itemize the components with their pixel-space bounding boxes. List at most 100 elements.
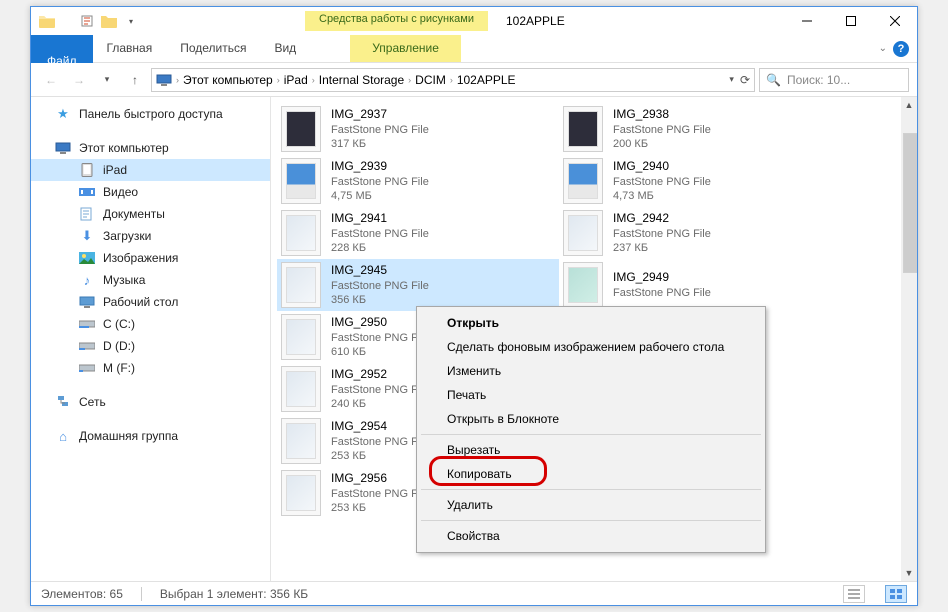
- file-name: IMG_2952: [331, 367, 429, 383]
- status-count: Элементов: 65: [41, 587, 123, 601]
- view-details-button[interactable]: [843, 585, 865, 603]
- file-item[interactable]: IMG_2940FastStone PNG File4,73 МБ: [559, 155, 841, 207]
- ribbon-contextual-tab[interactable]: Управление: [350, 35, 461, 62]
- file-item[interactable]: IMG_2945FastStone PNG File356 КБ: [277, 259, 559, 311]
- desktop-icon: [79, 294, 95, 310]
- file-name: IMG_2939: [331, 159, 429, 175]
- qat-dropdown-icon[interactable]: ▾: [123, 13, 139, 29]
- search-placeholder: Поиск: 10...: [787, 73, 850, 87]
- file-type: FastStone PNG File: [613, 286, 711, 300]
- qat-properties-icon[interactable]: [79, 13, 95, 29]
- scroll-up-icon[interactable]: ▲: [901, 97, 917, 113]
- ctx-open[interactable]: Открыть: [419, 311, 763, 335]
- file-name: IMG_2950: [331, 315, 429, 331]
- breadcrumb-pc-icon[interactable]: [156, 74, 172, 86]
- vertical-scrollbar[interactable]: ▲ ▼: [901, 97, 917, 581]
- nav-video[interactable]: Видео: [31, 181, 270, 203]
- back-button[interactable]: ←: [39, 68, 63, 92]
- ribbon-view[interactable]: Вид: [260, 35, 310, 62]
- file-type: FastStone PNG File: [613, 123, 711, 137]
- downloads-icon: ⬇: [79, 228, 95, 244]
- nav-drive-d[interactable]: D (D:): [31, 335, 270, 357]
- nav-music[interactable]: ♪ Музыка: [31, 269, 270, 291]
- file-size: 240 КБ: [331, 397, 429, 411]
- refresh-button[interactable]: ⟳: [740, 73, 750, 87]
- minimize-button[interactable]: [785, 7, 829, 35]
- ribbon-share[interactable]: Поделиться: [166, 35, 260, 62]
- search-box[interactable]: 🔍 Поиск: 10...: [759, 68, 909, 92]
- maximize-button[interactable]: [829, 7, 873, 35]
- ctx-notepad[interactable]: Открыть в Блокноте: [419, 407, 763, 431]
- ribbon-expand-icon[interactable]: ⌄: [879, 43, 887, 54]
- view-tiles-button[interactable]: [885, 585, 907, 603]
- nav-quickaccess[interactable]: ★ Панель быстрого доступа: [31, 103, 270, 125]
- file-item[interactable]: IMG_2939FastStone PNG File4,75 МБ: [277, 155, 559, 207]
- address-dropdown-icon[interactable]: ▾: [729, 74, 734, 85]
- folder-icon: [39, 13, 55, 29]
- file-item[interactable]: IMG_2949FastStone PNG File: [559, 259, 841, 311]
- ctx-copy[interactable]: Копировать: [419, 462, 763, 486]
- ctx-delete[interactable]: Удалить: [419, 493, 763, 517]
- file-size: 317 КБ: [331, 137, 429, 151]
- window-title: 102APPLE: [506, 14, 565, 28]
- nav-pane: ★ Панель быстрого доступа Этот компьютер…: [31, 97, 271, 581]
- ribbon-tabs: Файл Главная Поделиться Вид Управление ⌄…: [31, 35, 917, 63]
- file-name: IMG_2940: [613, 159, 711, 175]
- breadcrumb-storage[interactable]: Internal Storage: [319, 73, 404, 87]
- statusbar: Элементов: 65 Выбран 1 элемент: 356 КБ: [31, 581, 917, 605]
- file-type: FastStone PNG File: [331, 435, 429, 449]
- file-item[interactable]: IMG_2941FastStone PNG File228 КБ: [277, 207, 559, 259]
- file-size: 610 КБ: [331, 345, 429, 359]
- file-thumbnail: [281, 418, 321, 464]
- ctx-cut[interactable]: Вырезать: [419, 438, 763, 462]
- nav-documents[interactable]: Документы: [31, 203, 270, 225]
- file-size: 228 КБ: [331, 241, 429, 255]
- ipad-icon: [79, 162, 95, 178]
- help-icon[interactable]: ?: [893, 41, 909, 57]
- nav-ipad[interactable]: iPad: [31, 159, 270, 181]
- ctx-properties[interactable]: Свойства: [419, 524, 763, 548]
- scroll-down-icon[interactable]: ▼: [901, 565, 917, 581]
- nav-desktop[interactable]: Рабочий стол: [31, 291, 270, 313]
- qat-newfolder-icon[interactable]: [101, 13, 117, 29]
- ribbon-contextual-label: Средства работы с рисунками: [305, 11, 488, 31]
- music-icon: ♪: [79, 272, 95, 288]
- nav-network[interactable]: Сеть: [31, 391, 270, 413]
- file-size: 253 КБ: [331, 449, 429, 463]
- nav-drive-m[interactable]: M (F:): [31, 357, 270, 379]
- ctx-wallpaper[interactable]: Сделать фоновым изображением рабочего ст…: [419, 335, 763, 359]
- file-name: IMG_2937: [331, 107, 429, 123]
- breadcrumb-root[interactable]: Этот компьютер: [183, 73, 273, 87]
- nav-downloads[interactable]: ⬇ Загрузки: [31, 225, 270, 247]
- scrollbar-thumb[interactable]: [903, 133, 917, 273]
- video-icon: [79, 184, 95, 200]
- breadcrumb-ipad[interactable]: iPad: [284, 73, 308, 87]
- status-selection: Выбран 1 элемент: 356 КБ: [160, 587, 308, 601]
- breadcrumb-dcim[interactable]: DCIM: [415, 73, 446, 87]
- file-thumbnail: [281, 106, 321, 152]
- file-name: IMG_2956: [331, 471, 429, 487]
- up-button[interactable]: ↑: [123, 68, 147, 92]
- file-item[interactable]: IMG_2938FastStone PNG File200 КБ: [559, 103, 841, 155]
- forward-button[interactable]: →: [67, 68, 91, 92]
- nav-thispc[interactable]: Этот компьютер: [31, 137, 270, 159]
- nav-drive-c[interactable]: C (C:): [31, 313, 270, 335]
- file-type: FastStone PNG File: [331, 383, 429, 397]
- ctx-print[interactable]: Печать: [419, 383, 763, 407]
- file-item[interactable]: IMG_2937FastStone PNG File317 КБ: [277, 103, 559, 155]
- nav-pictures[interactable]: Изображения: [31, 247, 270, 269]
- ribbon-home[interactable]: Главная: [93, 35, 167, 62]
- close-button[interactable]: [873, 7, 917, 35]
- file-type: FastStone PNG File: [331, 227, 429, 241]
- nav-homegroup[interactable]: ⌂ Домашняя группа: [31, 425, 270, 447]
- recent-dropdown[interactable]: ▾: [95, 68, 119, 92]
- documents-icon: [79, 206, 95, 222]
- file-thumbnail: [281, 262, 321, 308]
- ctx-edit[interactable]: Изменить: [419, 359, 763, 383]
- file-type: FastStone PNG File: [331, 331, 429, 345]
- file-item[interactable]: IMG_2942FastStone PNG File237 КБ: [559, 207, 841, 259]
- file-size: 237 КБ: [613, 241, 711, 255]
- breadcrumb-current[interactable]: 102APPLE: [457, 73, 516, 87]
- qat-separator: [61, 15, 73, 27]
- breadcrumb-bar[interactable]: › Этот компьютер › iPad › Internal Stora…: [151, 68, 755, 92]
